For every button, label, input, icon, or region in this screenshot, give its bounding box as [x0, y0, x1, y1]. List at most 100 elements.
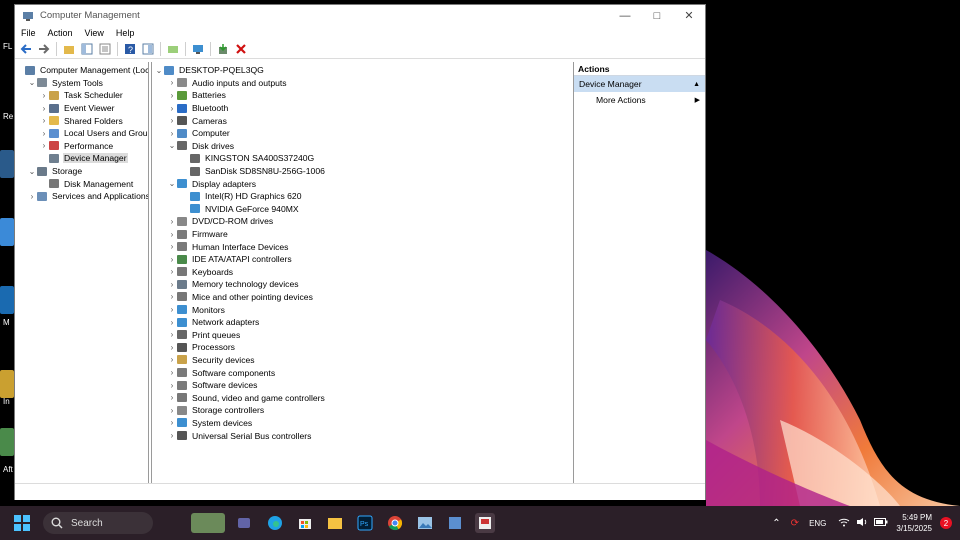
- clock[interactable]: 5:49 PM 3/15/2025: [896, 512, 932, 534]
- taskbar-search-box[interactable]: Search: [43, 512, 153, 534]
- expand-chevron-icon[interactable]: ›: [39, 141, 49, 150]
- expand-chevron-icon[interactable]: ›: [167, 116, 177, 125]
- properties-icon[interactable]: [98, 42, 112, 56]
- device-tree-item-row[interactable]: KINGSTON SA400S37240G: [152, 152, 573, 165]
- expand-chevron-icon[interactable]: ›: [167, 330, 177, 339]
- expand-chevron-icon[interactable]: ›: [39, 91, 49, 100]
- device-tree-item-row[interactable]: › Monitors: [152, 303, 573, 316]
- device-tree-item-row[interactable]: › Cameras: [152, 114, 573, 127]
- device-tree-item-row[interactable]: › Universal Serial Bus controllers: [152, 429, 573, 442]
- desktop-shortcut-icon[interactable]: [0, 370, 14, 398]
- expand-chevron-icon[interactable]: ›: [167, 343, 177, 352]
- console-tree-item-row[interactable]: › Task Scheduler: [15, 89, 148, 102]
- expand-chevron-icon[interactable]: ›: [167, 431, 177, 440]
- console-tree-item-row[interactable]: › Services and Applications: [15, 190, 148, 203]
- expand-chevron-icon[interactable]: ›: [167, 305, 177, 314]
- console-tree-item-row[interactable]: Device Manager: [15, 152, 148, 165]
- console-tree-item-row[interactable]: › Local Users and Groups: [15, 127, 148, 140]
- device-tree-item-row[interactable]: › Human Interface Devices: [152, 240, 573, 253]
- device-tree-item-row[interactable]: › Storage controllers: [152, 404, 573, 417]
- desktop-shortcut-icon[interactable]: [0, 150, 14, 178]
- folder-up-icon[interactable]: [62, 42, 76, 56]
- uninstall-x-icon[interactable]: [234, 42, 248, 56]
- device-tree-item-row[interactable]: ⌄ Display adapters: [152, 177, 573, 190]
- device-tree-item-row[interactable]: › Processors: [152, 341, 573, 354]
- device-tree-item-row[interactable]: › Keyboards: [152, 266, 573, 279]
- expand-chevron-icon[interactable]: ›: [167, 267, 177, 276]
- expand-chevron-icon[interactable]: ›: [39, 104, 49, 113]
- expand-chevron-icon[interactable]: ›: [167, 280, 177, 289]
- device-tree-item-row[interactable]: › Memory technology devices: [152, 278, 573, 291]
- device-tree-item-row[interactable]: › System devices: [152, 417, 573, 430]
- device-tree-item-row[interactable]: › Software devices: [152, 379, 573, 392]
- expand-chevron-icon[interactable]: ›: [167, 368, 177, 377]
- device-tree-item-row[interactable]: › IDE ATA/ATAPI controllers: [152, 253, 573, 266]
- photos-icon[interactable]: [415, 513, 435, 533]
- device-tree-item-row[interactable]: › DVD/CD-ROM drives: [152, 215, 573, 228]
- monitor-icon[interactable]: [191, 42, 205, 56]
- back-arrow-icon[interactable]: [19, 42, 33, 56]
- chrome-icon[interactable]: [385, 513, 405, 533]
- expand-chevron-icon[interactable]: ›: [167, 217, 177, 226]
- collapse-chevron-icon[interactable]: ⌄: [167, 141, 177, 150]
- photoshop-icon[interactable]: Ps: [355, 513, 375, 533]
- console-tree-item-row[interactable]: Computer Management (Local: [15, 64, 148, 77]
- start-windows-icon[interactable]: [12, 513, 32, 533]
- expand-chevron-icon[interactable]: ›: [167, 318, 177, 327]
- device-tree-item-row[interactable]: › Security devices: [152, 354, 573, 367]
- console-tree-item-row[interactable]: › Performance: [15, 140, 148, 153]
- volume-icon[interactable]: [856, 517, 868, 529]
- desktop-shortcut-icon[interactable]: [0, 428, 14, 456]
- device-tree-item-row[interactable]: › Computer: [152, 127, 573, 140]
- collapse-chevron-icon[interactable]: ⌄: [167, 179, 177, 188]
- expand-chevron-icon[interactable]: ›: [167, 292, 177, 301]
- app-icon[interactable]: [445, 513, 465, 533]
- battery-icon[interactable]: [874, 518, 888, 528]
- help-icon[interactable]: ?: [123, 42, 137, 56]
- desktop-shortcut-icon[interactable]: [0, 218, 14, 246]
- expand-chevron-icon[interactable]: ›: [167, 355, 177, 364]
- store-icon[interactable]: [295, 513, 315, 533]
- file-explorer-icon[interactable]: [325, 513, 345, 533]
- menu-file[interactable]: File: [21, 28, 36, 38]
- expand-chevron-icon[interactable]: ›: [167, 255, 177, 264]
- console-tree-item-row[interactable]: › Shared Folders: [15, 114, 148, 127]
- expand-chevron-icon[interactable]: ›: [167, 381, 177, 390]
- minimize-button[interactable]: —: [609, 5, 641, 26]
- sync-icon[interactable]: ⟳: [791, 518, 799, 529]
- export-icon[interactable]: [166, 42, 180, 56]
- more-actions-item[interactable]: More Actions ▶: [574, 92, 705, 108]
- expand-chevron-icon[interactable]: ›: [167, 418, 177, 427]
- notification-badge[interactable]: 2: [940, 517, 952, 529]
- device-tree-item-row[interactable]: Intel(R) HD Graphics 620: [152, 190, 573, 203]
- expand-chevron-icon[interactable]: ›: [167, 230, 177, 239]
- console-tree-item-row[interactable]: ⌄ Storage: [15, 165, 148, 178]
- collapse-triangle-icon[interactable]: ▲: [693, 81, 700, 88]
- menu-help[interactable]: Help: [116, 28, 135, 38]
- computer-management-taskbar-icon[interactable]: [475, 513, 495, 533]
- collapse-chevron-icon[interactable]: ⌄: [27, 78, 37, 87]
- edge-icon[interactable]: [265, 513, 285, 533]
- console-tree-item-row[interactable]: ⌄ System Tools: [15, 77, 148, 90]
- expand-chevron-icon[interactable]: ›: [167, 242, 177, 251]
- forward-arrow-icon[interactable]: [37, 42, 51, 56]
- console-tree-item-row[interactable]: Disk Management: [15, 177, 148, 190]
- expand-chevron-icon[interactable]: ›: [167, 78, 177, 87]
- widgets-icon[interactable]: [191, 513, 225, 533]
- expand-chevron-icon[interactable]: ›: [39, 129, 49, 138]
- device-tree-item-row[interactable]: › Batteries: [152, 89, 573, 102]
- device-tree-item-row[interactable]: › Bluetooth: [152, 102, 573, 115]
- close-button[interactable]: ✕: [673, 5, 705, 26]
- device-tree-item-row[interactable]: › Audio inputs and outputs: [152, 77, 573, 90]
- device-tree-item-row[interactable]: › Software components: [152, 366, 573, 379]
- teams-icon[interactable]: [235, 513, 255, 533]
- collapse-chevron-icon[interactable]: ⌄: [27, 167, 37, 176]
- expand-chevron-icon[interactable]: ›: [167, 104, 177, 113]
- expand-chevron-icon[interactable]: ›: [167, 129, 177, 138]
- maximize-button[interactable]: □: [641, 5, 673, 26]
- language-indicator[interactable]: ENG: [809, 519, 826, 528]
- device-tree-item-row[interactable]: › Print queues: [152, 328, 573, 341]
- expand-chevron-icon[interactable]: ›: [167, 91, 177, 100]
- actions-device-manager[interactable]: Device Manager ▲: [574, 76, 705, 92]
- collapse-chevron-icon[interactable]: ⌄: [154, 66, 164, 75]
